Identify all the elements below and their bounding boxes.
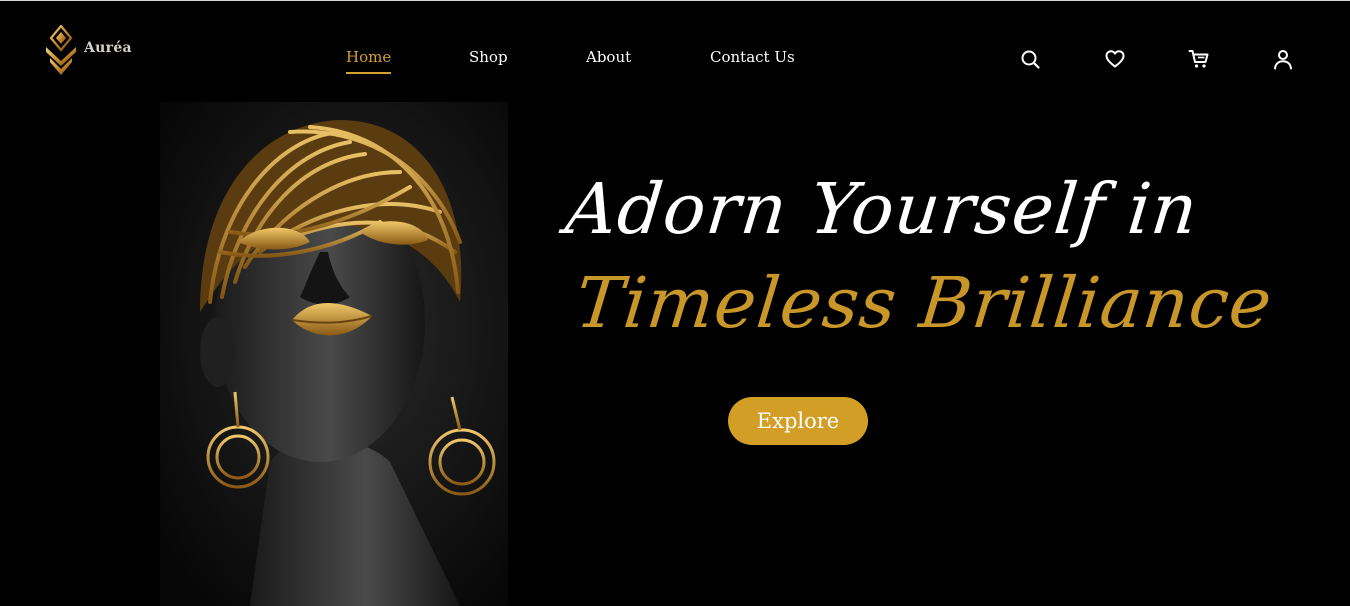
nav-home[interactable]: Home: [346, 48, 392, 74]
nav-contact-us[interactable]: Contact Us: [710, 48, 795, 66]
hero-headline-line-1: Adorn Yourself in: [562, 168, 1203, 250]
cart-icon[interactable]: [1188, 48, 1210, 70]
explore-button[interactable]: Explore: [728, 397, 868, 445]
search-icon[interactable]: [1019, 48, 1041, 70]
heart-icon[interactable]: [1104, 48, 1126, 70]
nav-shop[interactable]: Shop: [469, 48, 508, 66]
top-border: [0, 0, 1350, 1]
user-icon[interactable]: [1272, 48, 1294, 70]
nav-about[interactable]: About: [586, 48, 631, 66]
brand-logo[interactable]: Auréa: [44, 25, 132, 79]
brand-name: Auréa: [84, 40, 132, 56]
logo-emblem-icon: [46, 25, 76, 75]
hero-headline-line-2: Timeless Brilliance: [572, 262, 1277, 344]
hero-portrait-image: [160, 102, 508, 606]
